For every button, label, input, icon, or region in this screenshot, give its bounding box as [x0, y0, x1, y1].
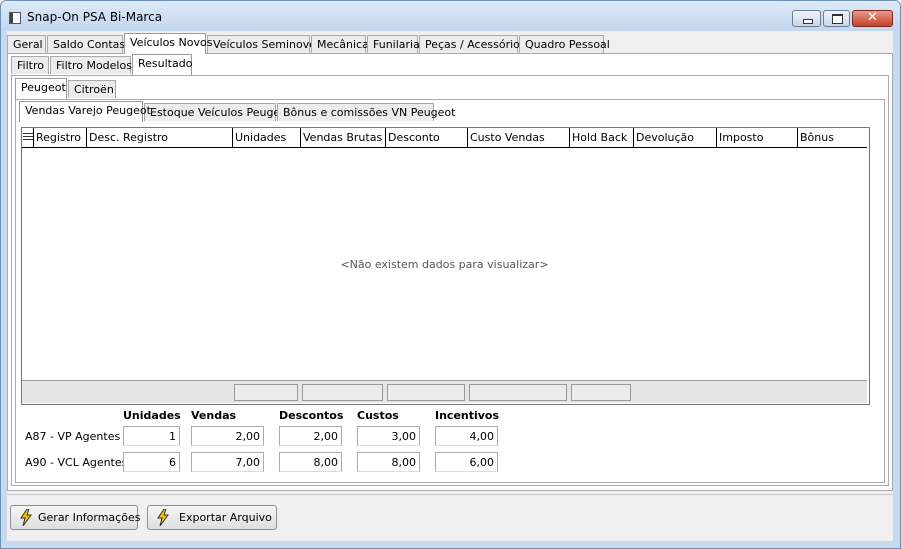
footer-separator: [7, 494, 893, 495]
a90-incentivos-field[interactable]: 6,00: [435, 452, 498, 472]
a87-custos-field[interactable]: 3,00: [357, 426, 420, 446]
tab-bonus-comissoes-vn-peugeot[interactable]: Bônus e comissões VN Peugeot: [277, 103, 455, 121]
column-custo-vendas[interactable]: Custo Vendas: [467, 128, 569, 147]
tab-pecas-acessorios[interactable]: Peças / Acessórios: [419, 35, 526, 53]
tab-estoque-veiculos-peugeot[interactable]: Estoque Veículos Peugeot: [144, 103, 291, 121]
a90-descontos-field[interactable]: 8,00: [279, 452, 342, 472]
app-window: Snap-On PSA Bi-Marca ✕ Geral Saldo Conta…: [0, 0, 901, 549]
title-bar: Snap-On PSA Bi-Marca ✕: [1, 1, 900, 31]
gerar-informacoes-button[interactable]: Gerar Informações: [10, 505, 141, 530]
empty-message: <Não existem dados para visualizar>: [340, 258, 549, 271]
a87-incentivos-field[interactable]: 4,00: [435, 426, 498, 446]
column-hold-back[interactable]: Hold Back: [569, 128, 633, 147]
exportar-arquivo-label: Exportar Arquivo: [179, 511, 272, 524]
tab-geral[interactable]: Geral: [7, 35, 46, 53]
footer-cell: [387, 384, 465, 401]
minimize-icon: [803, 19, 813, 24]
a90-vendas-field[interactable]: 7,00: [191, 452, 264, 472]
minimize-button[interactable]: [792, 10, 821, 27]
column-bonus[interactable]: Bônus: [797, 128, 867, 147]
exportar-arquivo-button[interactable]: Exportar Arquivo: [147, 505, 277, 530]
maximize-button[interactable]: [823, 10, 850, 27]
tab-veiculos-novos[interactable]: Veículos Novos: [124, 33, 212, 54]
tab-saldo-contas[interactable]: Saldo Contas: [47, 35, 125, 53]
a87-descontos-field[interactable]: 2,00: [279, 426, 342, 446]
totals-row-label: A87 - VP Agentes: [25, 430, 121, 443]
tab-veiculos-seminovos[interactable]: Veículos Seminovos: [207, 35, 322, 53]
tab-filtro[interactable]: Filtro: [11, 56, 49, 74]
app-window-icon: [9, 12, 21, 24]
main-tab-strip: Geral Saldo Contas Veículos Novos Veícul…: [7, 33, 893, 54]
footer-cell: [469, 384, 567, 401]
a87-unidades-field[interactable]: 1: [123, 426, 180, 446]
lightning-bolt-icon: [157, 509, 169, 526]
tab-quadro-pessoal[interactable]: Quadro Pessoal: [519, 35, 610, 53]
a90-custos-field[interactable]: 8,00: [357, 452, 420, 472]
column-registro[interactable]: Registro: [33, 128, 86, 147]
grid-summary-footer: [22, 380, 867, 403]
totals-header-custos: Custos: [357, 409, 399, 422]
client-area: Geral Saldo Contas Veículos Novos Veícul…: [7, 31, 893, 541]
maximize-icon: [832, 14, 843, 24]
column-devolucao[interactable]: Devolução: [633, 128, 716, 147]
tab-vendas-varejo-peugeot[interactable]: Vendas Varejo Peugeot: [19, 101, 151, 122]
column-desc-registro[interactable]: Desc. Registro: [86, 128, 232, 147]
totals-header-unidades: Unidades: [123, 409, 181, 422]
close-icon: ✕: [867, 10, 878, 25]
totals-header-vendas: Vendas: [191, 409, 237, 422]
tab-funilaria[interactable]: Funilaria: [367, 35, 420, 53]
column-vendas-brutas[interactable]: Vendas Brutas: [300, 128, 385, 147]
totals-header-incentivos: Incentivos: [435, 409, 500, 422]
lightning-bolt-icon: [20, 509, 32, 526]
footer-cell: [571, 384, 631, 401]
close-button[interactable]: ✕: [852, 10, 893, 27]
tab-mecanica[interactable]: Mecânica: [311, 35, 369, 53]
totals-row-label: A90 - VCL Agentes: [25, 456, 128, 469]
column-imposto[interactable]: Imposto: [716, 128, 797, 147]
tab-filtro-modelos[interactable]: Filtro Modelos: [50, 56, 132, 74]
footer-cell: [234, 384, 298, 401]
gerar-informacoes-label: Gerar Informações: [38, 511, 141, 524]
tab-citroen[interactable]: Citroën: [68, 80, 116, 98]
footer-cell: [302, 384, 383, 401]
a87-vendas-field[interactable]: 2,00: [191, 426, 264, 446]
window-title: Snap-On PSA Bi-Marca: [27, 10, 163, 24]
vendas-grid[interactable]: Registro Desc. Registro Unidades Vendas …: [21, 127, 870, 405]
totals-header-descontos: Descontos: [279, 409, 344, 422]
column-unidades[interactable]: Unidades: [232, 128, 300, 147]
tab-resultado[interactable]: Resultado: [132, 54, 192, 75]
column-chooser-icon[interactable]: [23, 131, 33, 143]
a90-unidades-field[interactable]: 6: [123, 452, 180, 472]
tab-peugeot[interactable]: Peugeot: [15, 78, 67, 99]
grid-header: Registro Desc. Registro Unidades Vendas …: [22, 128, 867, 148]
column-desconto[interactable]: Desconto: [385, 128, 467, 147]
